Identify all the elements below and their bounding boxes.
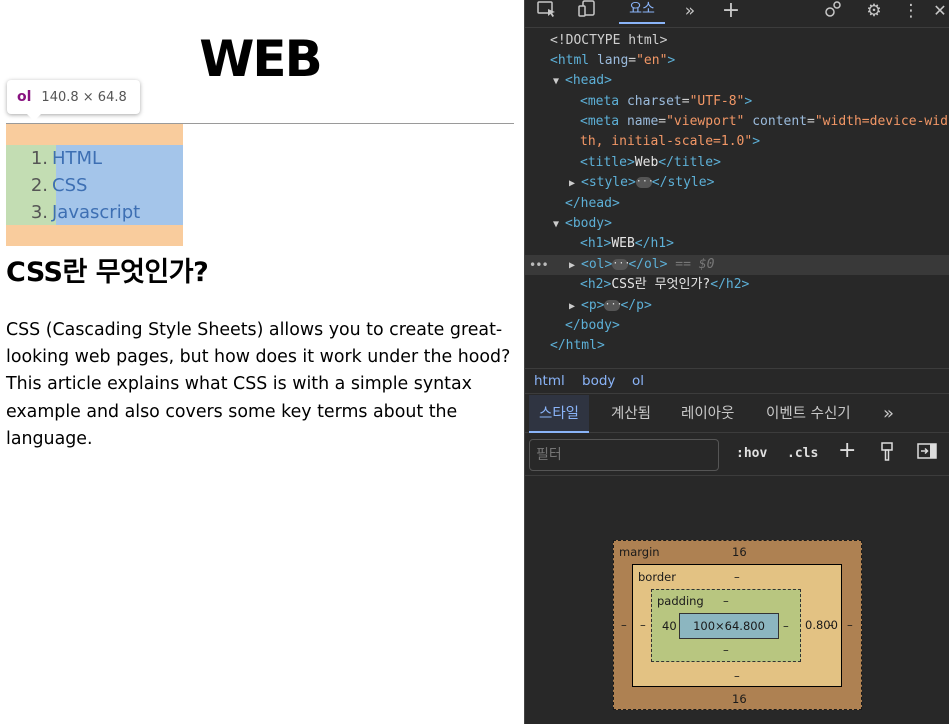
dom-node-h1[interactable]: <h1>WEB</h1> <box>525 234 949 254</box>
breadcrumb-item-ol[interactable]: ol <box>632 369 644 393</box>
box-model-padding-label: padding <box>657 594 704 608</box>
box-model-content[interactable]: 100×64.800 <box>679 613 779 639</box>
tab-layout[interactable]: 레이아웃 <box>681 395 734 433</box>
dom-node-head-close[interactable]: </head> <box>525 194 949 214</box>
close-icon[interactable]: ✕ <box>927 0 949 22</box>
rendered-page: WEB 1. HTML 2. CSS 3. Javascript ol 140.8 × … <box>0 0 524 724</box>
collapse-triangle-icon[interactable]: ▼ <box>553 215 565 234</box>
devtools-panel: 요소 » + ⚙ ⋮ ✕ <!DOCTYPE html> <html lang=… <box>524 0 949 724</box>
box-model-margin-top[interactable]: 16 <box>732 545 747 559</box>
ellipsis-icon[interactable]: ··· <box>635 177 654 188</box>
box-model-padding-bottom[interactable]: – <box>723 643 729 657</box>
filter-input[interactable] <box>529 439 719 471</box>
breadcrumb-item-html[interactable]: html <box>534 369 565 393</box>
tab-elements[interactable]: 요소 <box>619 0 665 24</box>
dom-node-html[interactable]: <html lang="en"> <box>525 51 949 71</box>
ellipsis-icon[interactable]: ··· <box>612 259 630 270</box>
tooltip-tag-name: ol <box>17 89 32 105</box>
box-model-padding-right[interactable]: 0.800 <box>805 618 838 632</box>
more-tabs-icon[interactable]: » <box>883 395 894 433</box>
box-model-border[interactable]: border – – – – padding – – 40 – 100×64.8… <box>632 564 842 687</box>
box-model-margin-bottom[interactable]: 16 <box>732 692 747 706</box>
dom-node-title[interactable]: <title>Web</title> <box>525 153 949 173</box>
dom-node-head[interactable]: ▼ <head> <box>525 71 949 91</box>
issues-icon[interactable] <box>821 0 847 22</box>
box-model-margin-left[interactable]: – <box>621 618 627 632</box>
ol-margin-highlight-bottom <box>6 225 183 246</box>
box-model-padding-left[interactable]: 40 <box>662 619 677 633</box>
tooltip-dimensions: 140.8 × 64.8 <box>41 90 127 105</box>
box-model-margin-right[interactable]: – <box>847 618 853 632</box>
styles-tabbar: 스타일 계산됨 레이아웃 이벤트 수신기 » <box>525 395 949 433</box>
box-model-border-label: border <box>638 570 676 584</box>
dom-node-meta-viewport-cont: th, initial-scale=1.0"> <box>580 134 761 149</box>
ellipsis-icon[interactable]: ··· <box>604 300 623 311</box>
inspect-element-icon[interactable] <box>534 0 560 22</box>
dom-node-ol-selected[interactable]: ••• ▶ <ol>···</ol> == $0 <box>525 255 949 275</box>
dom-node-p[interactable]: ▶ <p>···</p> <box>525 296 949 316</box>
box-model-border-bottom[interactable]: – <box>734 669 740 683</box>
node-actions-dots-icon[interactable]: ••• <box>529 255 549 275</box>
devtools-toolbar: 요소 » + ⚙ ⋮ ✕ <box>525 0 949 28</box>
tab-computed[interactable]: 계산됨 <box>611 395 651 433</box>
expand-triangle-icon[interactable]: ▶ <box>569 256 581 275</box>
box-model-padding-top[interactable]: – <box>723 594 729 608</box>
more-options-icon[interactable]: ⋮ <box>898 0 924 22</box>
tab-styles[interactable]: 스타일 <box>529 395 590 433</box>
device-toolbar-icon[interactable] <box>574 0 600 22</box>
styles-filter-bar: :hov .cls + <box>525 434 949 476</box>
new-style-rule-icon[interactable]: + <box>838 438 856 463</box>
dom-node-meta-charset[interactable]: <meta charset="UTF-8"> <box>525 92 949 112</box>
dom-node-html-close[interactable]: </html> <box>525 336 949 356</box>
expand-triangle-icon[interactable]: ▶ <box>569 297 581 316</box>
element-inspect-tooltip: ol 140.8 × 64.8 <box>7 80 140 121</box>
dom-node-doctype[interactable]: <!DOCTYPE html> <box>525 31 949 51</box>
collapse-triangle-icon[interactable]: ▼ <box>553 72 565 91</box>
settings-gear-icon[interactable]: ⚙ <box>861 0 887 22</box>
dom-tree: <!DOCTYPE html> <html lang="en"> ▼ <head>… <box>525 30 949 368</box>
dom-node-meta-viewport[interactable]: <meta name="viewport" content="width=dev… <box>525 112 949 132</box>
list-item: 3. Javascript <box>30 202 141 223</box>
box-model-border-left[interactable]: – <box>640 618 646 632</box>
dom-node-style[interactable]: ▶ <style>···</style> <box>525 173 949 193</box>
box-model-margin[interactable]: margin 16 16 – – border – – – – padding … <box>613 540 862 710</box>
ordered-list: 1. HTML 2. CSS 3. Javascript <box>6 145 183 226</box>
dom-node-body[interactable]: ▼ <body> <box>525 214 949 234</box>
box-model-padding[interactable]: padding – – 40 – 100×64.800 <box>651 589 801 662</box>
box-model-border-top[interactable]: – <box>734 570 740 584</box>
tab-event-listeners[interactable]: 이벤트 수신기 <box>766 395 851 433</box>
more-tabs-icon[interactable]: » <box>677 0 703 22</box>
dom-node-h2[interactable]: <h2>CSS란 무엇인가?</h2> <box>525 275 949 295</box>
breadcrumb: html body ol <box>525 368 949 394</box>
breadcrumb-item-body[interactable]: body <box>582 369 615 393</box>
toggle-sidebar-icon[interactable] <box>917 442 937 465</box>
hov-toggle-button[interactable]: :hov <box>736 446 767 461</box>
page-heading-css: CSS란 무엇인가? <box>6 257 209 288</box>
dom-node-body-close[interactable]: </body> <box>525 316 949 336</box>
expand-triangle-icon[interactable]: ▶ <box>569 174 581 193</box>
add-tab-icon[interactable]: + <box>718 0 744 22</box>
paint-brush-icon[interactable] <box>879 442 895 467</box>
page-paragraph: CSS (Cascading Style Sheets) allows you … <box>6 320 511 449</box>
ol-margin-highlight-top <box>6 124 183 145</box>
list-item: 2. CSS <box>30 175 88 196</box>
list-item: 1. HTML <box>30 148 103 169</box>
cls-toggle-button[interactable]: .cls <box>787 446 818 461</box>
box-model-padding-right-inner[interactable]: – <box>783 619 789 633</box>
box-model-margin-label: margin <box>619 545 660 559</box>
